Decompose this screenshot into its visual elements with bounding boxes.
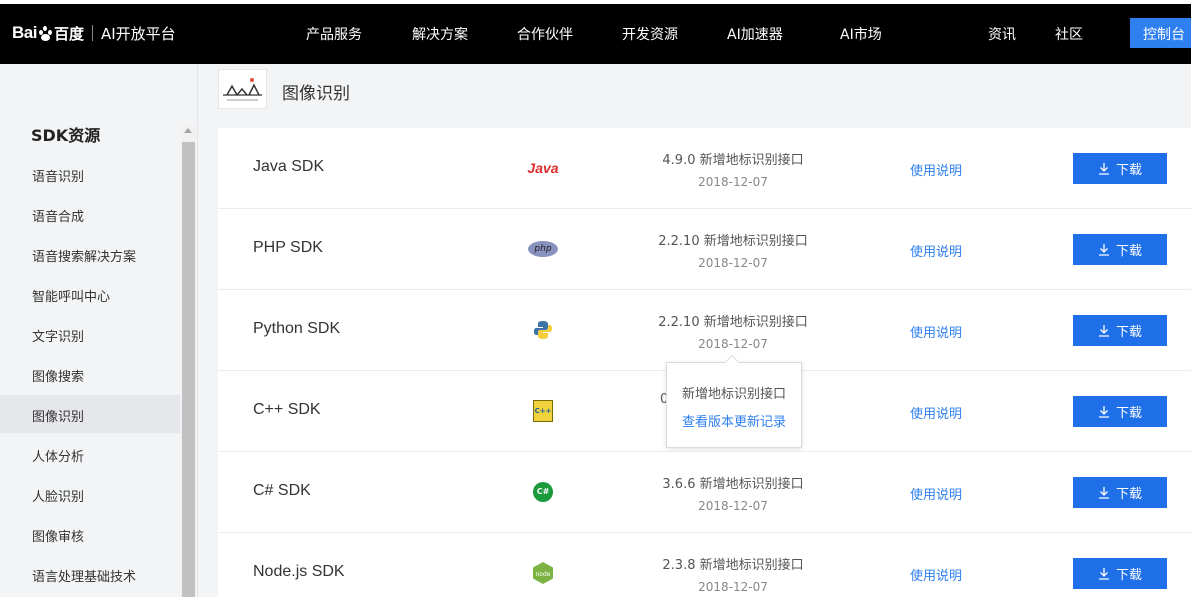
version-info: 2.3.8 新增地标识别接口 bbox=[662, 558, 804, 573]
sdk-name: C++ SDK bbox=[253, 401, 321, 418]
download-button[interactable]: 下载 bbox=[1073, 477, 1167, 508]
version-info: 2.2.10 新增地标识别接口 bbox=[658, 315, 808, 330]
php-icon: php bbox=[523, 237, 563, 261]
release-date: 2018-12-07 bbox=[698, 337, 768, 351]
changelog-link[interactable]: 查看版本更新记录 bbox=[682, 411, 786, 430]
download-icon bbox=[1098, 487, 1109, 499]
sdk-name: Node.js SDK bbox=[253, 563, 345, 580]
sidebar-item-ocr[interactable]: 文字识别 bbox=[0, 315, 180, 353]
sidebar-item-body-analysis[interactable]: 人体分析 bbox=[0, 435, 180, 473]
release-date: 2018-12-07 bbox=[698, 175, 768, 189]
sidebar-item-voice-search[interactable]: 语音搜索解决方案 bbox=[0, 235, 180, 273]
sidebar-item-call-center[interactable]: 智能呼叫中心 bbox=[0, 275, 180, 313]
cpp-icon-text: C++ bbox=[533, 400, 553, 422]
download-icon bbox=[1098, 244, 1109, 256]
csharp-icon: C# bbox=[523, 480, 563, 504]
nav-dev-resources[interactable]: 开发资源 bbox=[622, 24, 678, 44]
nodejs-icon-text: node bbox=[536, 571, 551, 578]
usage-link[interactable]: 使用说明 bbox=[910, 484, 962, 503]
download-icon bbox=[1098, 325, 1109, 337]
sdk-row-java: Java SDK Java 4.9.0 新增地标识别接口 2018-12-07 … bbox=[218, 128, 1191, 209]
download-button[interactable]: 下载 bbox=[1073, 315, 1167, 346]
nodejs-icon: node bbox=[523, 561, 563, 585]
sdk-row-csharp: C# SDK C# 3.6.6 新增地标识别接口 2018-12-07 使用说明… bbox=[218, 452, 1191, 533]
release-date: 2018-12-07 bbox=[698, 580, 768, 594]
release-date: 2018-12-07 bbox=[698, 256, 768, 270]
scrollbar-thumb[interactable] bbox=[182, 142, 195, 597]
version-tooltip: 新增地标识别接口 查看版本更新记录 bbox=[666, 354, 802, 448]
nav-products[interactable]: 产品服务 bbox=[306, 24, 362, 44]
logo-bai: Bai bbox=[12, 23, 37, 42]
version-info: 2.2.10 新增地标识别接口 bbox=[658, 234, 808, 249]
download-label: 下载 bbox=[1115, 487, 1142, 502]
php-icon-text: php bbox=[528, 241, 558, 257]
sidebar-item-speech-synthesis[interactable]: 语音合成 bbox=[0, 195, 180, 233]
sdk-row-nodejs: Node.js SDK node 2.3.8 新增地标识别接口 2018-12-… bbox=[218, 533, 1191, 597]
sdk-row-php: PHP SDK php 2.2.10 新增地标识别接口 2018-12-07 使… bbox=[218, 209, 1191, 290]
nav-partners[interactable]: 合作伙伴 bbox=[517, 24, 573, 44]
page-header: 图像识别 bbox=[198, 64, 1191, 122]
scroll-up-icon[interactable] bbox=[184, 128, 192, 133]
nav-solutions[interactable]: 解决方案 bbox=[412, 24, 468, 44]
java-icon: Java bbox=[523, 156, 563, 180]
paw-icon bbox=[38, 25, 53, 41]
sdk-name: C# SDK bbox=[253, 482, 311, 499]
top-border bbox=[0, 0, 1191, 4]
download-icon bbox=[1098, 163, 1109, 175]
download-button[interactable]: 下载 bbox=[1073, 558, 1167, 589]
tooltip-text: 新增地标识别接口 bbox=[682, 387, 787, 402]
nav-ai-market[interactable]: AI市场 bbox=[840, 24, 882, 44]
download-button[interactable]: 下载 bbox=[1073, 234, 1167, 265]
cpp-icon: C++ bbox=[523, 399, 563, 423]
sidebar-item-image-moderation[interactable]: 图像审核 bbox=[0, 515, 180, 553]
download-label: 下载 bbox=[1115, 244, 1142, 259]
download-button[interactable]: 下载 bbox=[1073, 396, 1167, 427]
top-nav: Bai 百度 AI开放平台 产品服务 解决方案 合作伙伴 开发资源 AI加速器 … bbox=[0, 0, 1191, 64]
version-info: 3.6.6 新增地标识别接口 bbox=[662, 477, 804, 492]
sidebar-item-image-recognition[interactable]: 图像识别 bbox=[0, 395, 180, 433]
image-recognition-icon bbox=[218, 69, 267, 109]
sidebar-title: SDK资源 bbox=[31, 126, 101, 145]
sdk-name: PHP SDK bbox=[253, 239, 323, 256]
sdk-name: Java SDK bbox=[253, 158, 325, 175]
page-title: 图像识别 bbox=[282, 84, 350, 104]
nav-ai-accelerator[interactable]: AI加速器 bbox=[727, 24, 783, 44]
usage-link[interactable]: 使用说明 bbox=[910, 322, 962, 341]
download-button[interactable]: 下载 bbox=[1073, 153, 1167, 184]
download-icon bbox=[1098, 568, 1109, 580]
nav-community[interactable]: 社区 bbox=[1055, 24, 1083, 44]
download-icon bbox=[1098, 406, 1109, 418]
download-label: 下载 bbox=[1115, 325, 1142, 340]
download-label: 下载 bbox=[1115, 406, 1142, 421]
usage-link[interactable]: 使用说明 bbox=[910, 160, 962, 179]
sdk-row-python: Python SDK 2.2.10 新增地标识别接口 2018-12-07 使用… bbox=[218, 290, 1191, 371]
sidebar-item-face-recognition[interactable]: 人脸识别 bbox=[0, 475, 180, 513]
python-icon bbox=[523, 318, 563, 342]
console-button[interactable]: 控制台 bbox=[1130, 18, 1191, 48]
csharp-icon-text: C# bbox=[533, 482, 553, 502]
release-date: 2018-12-07 bbox=[698, 499, 768, 513]
sidebar-item-nlp-basic[interactable]: 语言处理基础技术 bbox=[0, 555, 180, 593]
sidebar-item-image-search[interactable]: 图像搜索 bbox=[0, 355, 180, 393]
logo-divider bbox=[91, 25, 93, 41]
download-label: 下载 bbox=[1115, 163, 1142, 178]
nav-news[interactable]: 资讯 bbox=[988, 24, 1016, 44]
sidebar: SDK资源 语音识别 语音合成 语音搜索解决方案 智能呼叫中心 文字识别 图像搜… bbox=[0, 64, 198, 597]
download-label: 下载 bbox=[1115, 568, 1142, 583]
usage-link[interactable]: 使用说明 bbox=[910, 403, 962, 422]
baidu-ai-logo[interactable]: Bai 百度 AI开放平台 bbox=[12, 22, 176, 44]
version-info: 4.9.0 新增地标识别接口 bbox=[662, 153, 804, 168]
platform-name: AI开放平台 bbox=[100, 24, 176, 43]
sidebar-item-speech-recognition[interactable]: 语音识别 bbox=[0, 155, 180, 193]
usage-link[interactable]: 使用说明 bbox=[910, 565, 962, 584]
usage-link[interactable]: 使用说明 bbox=[910, 241, 962, 260]
java-icon-text: Java bbox=[527, 160, 559, 176]
sidebar-scrollbar[interactable] bbox=[181, 125, 196, 597]
logo-du: 百度 bbox=[53, 24, 84, 43]
sdk-name: Python SDK bbox=[253, 320, 341, 337]
